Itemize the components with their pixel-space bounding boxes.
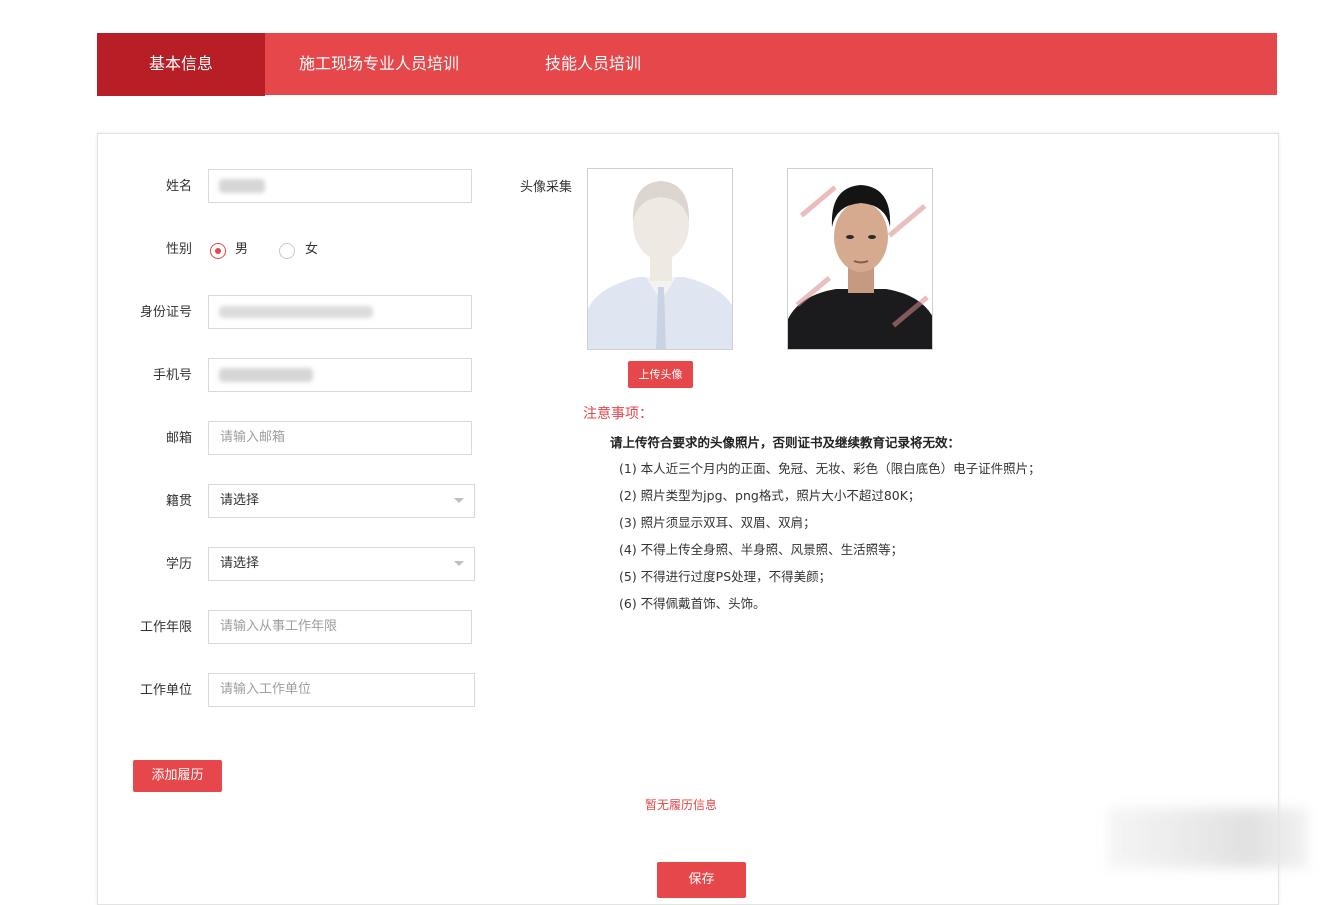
name-label: 姓名 — [165, 179, 192, 194]
chevron-down-icon — [454, 561, 464, 566]
avatar-label: 头像采集 — [519, 180, 572, 195]
notice-item: (6) 不得佩戴首饰、头饰。 — [619, 596, 766, 611]
save-button[interactable]: 保存 — [657, 862, 746, 898]
add-resume-button[interactable]: 添加履历 — [133, 760, 222, 792]
gender-female-radio[interactable] — [279, 243, 295, 259]
upload-avatar-button[interactable]: 上传头像 — [628, 361, 693, 388]
tab-construction-training[interactable]: 施工现场专业人员培训 — [299, 33, 459, 95]
tab-basic-info[interactable]: 基本信息 — [97, 33, 265, 96]
gender-male-label[interactable]: 男 — [235, 240, 248, 260]
education-label: 学历 — [165, 557, 192, 572]
notice-item: (2) 照片类型为jpg、png格式，照片大小不超过80K； — [619, 488, 921, 503]
chevron-down-icon — [454, 498, 464, 503]
redacted-value — [219, 368, 313, 382]
id-number-input[interactable] — [208, 295, 472, 329]
work-unit-input[interactable]: 请输入工作单位 — [208, 673, 475, 707]
avatar-placeholder-image[interactable] — [587, 168, 733, 350]
avatar-sample-image — [787, 168, 933, 350]
native-place-value: 请选择 — [220, 493, 260, 508]
tab-bar: 基本信息 施工现场专业人员培训 技能人员培训 — [97, 33, 1277, 96]
education-select[interactable]: 请选择 — [208, 547, 475, 581]
sample-portrait-icon — [788, 169, 932, 349]
gender-male-radio[interactable] — [210, 243, 226, 259]
work-years-input[interactable]: 请输入从事工作年限 — [208, 610, 472, 644]
notice-warning: 请上传符合要求的头像照片，否则证书及继续教育记录将无效： — [610, 435, 961, 450]
gender-label: 性别 — [165, 242, 192, 257]
blurred-watermark — [1108, 808, 1308, 868]
education-value: 请选择 — [220, 556, 260, 571]
notice-title: 注意事项： — [583, 406, 653, 422]
redacted-value — [219, 306, 373, 318]
native-place-select[interactable]: 请选择 — [208, 484, 475, 518]
tab-skill-training[interactable]: 技能人员培训 — [545, 33, 641, 95]
work-unit-label: 工作单位 — [139, 683, 192, 698]
default-avatar-icon — [588, 169, 732, 349]
email-input[interactable]: 请输入邮箱 — [208, 421, 472, 455]
notice-item: (4) 不得上传全身照、半身照、风景照、生活照等； — [619, 542, 904, 557]
notice-item: (5) 不得进行过度PS处理，不得美颜； — [619, 569, 832, 584]
native-place-label: 籍贯 — [165, 494, 192, 509]
empty-resume-text: 暂无履历信息 — [645, 798, 718, 812]
id-number-label: 身份证号 — [139, 305, 192, 320]
work-years-label: 工作年限 — [139, 620, 192, 635]
notice-item: (3) 照片须显示双耳、双眉、双肩； — [619, 515, 816, 530]
gender-female-label[interactable]: 女 — [305, 240, 318, 260]
redacted-value — [219, 179, 265, 193]
notice-item: (1) 本人近三个月内的正面、免冠、无妆、彩色（限白底色）电子证件照片； — [619, 461, 1041, 476]
phone-label: 手机号 — [152, 368, 192, 383]
phone-input[interactable] — [208, 358, 472, 392]
name-input[interactable] — [208, 169, 472, 203]
email-label: 邮箱 — [165, 431, 192, 446]
